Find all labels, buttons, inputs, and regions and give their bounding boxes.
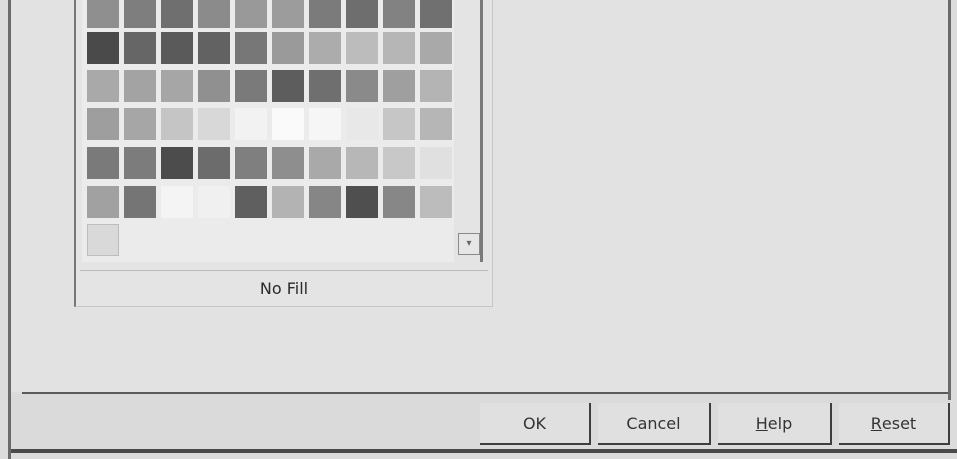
color-swatch[interactable] [272, 108, 304, 140]
color-swatch[interactable] [309, 0, 341, 28]
color-swatch[interactable] [272, 186, 304, 218]
color-swatch[interactable] [272, 0, 304, 28]
color-swatch[interactable] [235, 147, 267, 179]
help-button[interactable]: Help [718, 403, 832, 445]
color-swatch[interactable] [124, 0, 156, 28]
color-swatch[interactable] [309, 32, 341, 64]
color-swatch[interactable] [124, 186, 156, 218]
color-swatch[interactable] [87, 147, 119, 179]
color-swatch[interactable] [272, 32, 304, 64]
help-label: elp [767, 413, 793, 433]
no-fill-button[interactable]: No Fill [80, 271, 488, 305]
color-swatch[interactable] [420, 108, 452, 140]
color-swatch[interactable] [198, 70, 230, 102]
color-swatch[interactable] [235, 108, 267, 140]
color-swatch[interactable] [198, 108, 230, 140]
color-swatch[interactable] [420, 70, 452, 102]
color-swatch[interactable] [87, 224, 119, 256]
color-swatch[interactable] [383, 108, 415, 140]
color-swatch[interactable] [272, 70, 304, 102]
help-mnemonic: H [755, 413, 768, 433]
color-swatch[interactable] [383, 186, 415, 218]
color-swatch[interactable] [383, 0, 415, 28]
color-swatch[interactable] [309, 186, 341, 218]
color-swatch[interactable] [161, 186, 193, 218]
color-swatch[interactable] [309, 70, 341, 102]
color-swatch[interactable] [346, 186, 378, 218]
color-swatch[interactable] [198, 0, 230, 28]
color-swatch[interactable] [346, 108, 378, 140]
color-swatch[interactable] [161, 147, 193, 179]
color-swatch[interactable] [346, 70, 378, 102]
color-swatch[interactable] [161, 108, 193, 140]
color-swatch[interactable] [420, 32, 452, 64]
color-swatch[interactable] [235, 32, 267, 64]
color-swatch[interactable] [383, 32, 415, 64]
color-swatch[interactable] [124, 147, 156, 179]
reset-label: eset [881, 413, 917, 433]
color-swatch[interactable] [272, 147, 304, 179]
color-swatch-grid [82, 0, 454, 262]
cancel-button[interactable]: Cancel [598, 403, 711, 445]
dialog-right-border [948, 0, 951, 400]
color-swatch[interactable] [346, 147, 378, 179]
color-swatch[interactable] [87, 32, 119, 64]
color-swatch[interactable] [124, 32, 156, 64]
color-swatch[interactable] [161, 32, 193, 64]
color-swatch[interactable] [198, 147, 230, 179]
dialog-bottom-border [11, 449, 957, 453]
color-swatch[interactable] [235, 186, 267, 218]
color-swatch[interactable] [124, 108, 156, 140]
color-swatch[interactable] [161, 70, 193, 102]
color-swatch[interactable] [346, 0, 378, 28]
color-swatch[interactable] [235, 0, 267, 28]
color-swatch[interactable] [420, 147, 452, 179]
palette-scrollbar[interactable]: ▾ [456, 0, 486, 262]
color-swatch[interactable] [383, 147, 415, 179]
color-swatch[interactable] [420, 0, 452, 28]
reset-mnemonic: R [870, 413, 882, 433]
color-swatch[interactable] [420, 186, 452, 218]
color-swatch[interactable] [198, 32, 230, 64]
color-swatch[interactable] [87, 70, 119, 102]
color-swatch[interactable] [346, 32, 378, 64]
color-swatch[interactable] [87, 186, 119, 218]
color-swatch[interactable] [309, 108, 341, 140]
fill-color-dialog: ▾ No Fill OK Cancel Help Reset [0, 0, 957, 459]
color-swatch[interactable] [87, 108, 119, 140]
reset-button[interactable]: Reset [839, 403, 950, 445]
color-swatch[interactable] [198, 186, 230, 218]
color-swatch[interactable] [235, 70, 267, 102]
color-swatch[interactable] [124, 70, 156, 102]
scroll-down-icon[interactable]: ▾ [458, 233, 480, 255]
color-swatch[interactable] [161, 0, 193, 28]
scrollbar-track[interactable] [480, 0, 483, 262]
ok-button[interactable]: OK [480, 403, 591, 445]
color-swatch[interactable] [309, 147, 341, 179]
color-swatch[interactable] [87, 0, 119, 28]
color-swatch[interactable] [383, 70, 415, 102]
